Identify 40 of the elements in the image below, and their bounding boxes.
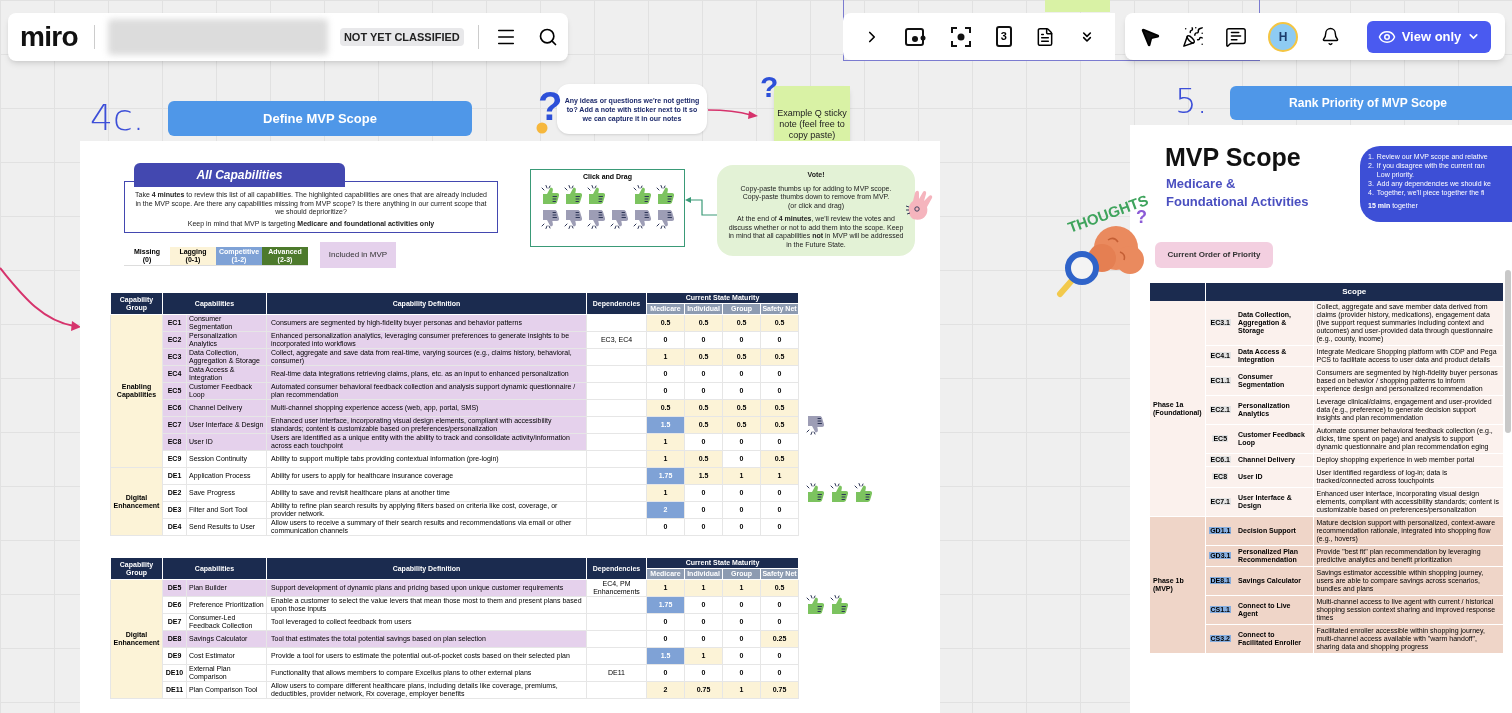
number-card-icon[interactable]: 3 <box>995 26 1012 47</box>
view-only-button[interactable]: View only <box>1367 20 1491 53</box>
thumbs-up-icon <box>829 594 850 616</box>
thumbs-down-icon <box>805 414 826 436</box>
thumbs-up-icon <box>563 184 583 206</box>
frame-title: MVP Scope <box>1165 142 1301 172</box>
user-avatar[interactable]: H <box>1268 21 1298 52</box>
thumbs-up-icon <box>853 482 874 504</box>
thumbs-up-icon <box>655 184 675 206</box>
legend-chip: Included in MVP <box>320 242 396 268</box>
app-logo[interactable]: miro <box>20 22 78 52</box>
thumbs-down-icon <box>563 208 583 230</box>
thumbs-down-icon <box>632 208 652 230</box>
emoji-icon <box>536 122 548 134</box>
comment-icon[interactable] <box>1225 25 1247 48</box>
thumbs-up-icon <box>805 482 826 504</box>
thumbs-down-icon <box>609 208 629 230</box>
thumbs-down-icon <box>540 208 560 230</box>
thumbs-down-icon <box>586 208 606 230</box>
column-header: Scope <box>1205 283 1503 301</box>
table-header-cell <box>1150 283 1205 301</box>
search-icon[interactable] <box>537 27 558 47</box>
party-popper-icon[interactable] <box>1182 25 1204 48</box>
bell-icon[interactable] <box>1321 27 1340 46</box>
thumbs-up-icon <box>540 184 560 206</box>
section-number: 5. <box>1175 82 1208 120</box>
thumbs-up-icon <box>829 482 850 504</box>
frame-icon[interactable] <box>904 25 927 48</box>
connector-arrow <box>708 106 758 120</box>
thumbs-up-icon <box>586 184 606 206</box>
focus-icon[interactable] <box>950 25 973 48</box>
thumbs-down-icon <box>655 208 675 230</box>
frame-heading: All Capabilities <box>134 163 345 187</box>
thumbs-up-icon <box>805 594 826 616</box>
priority-badge: Current Order of Priority <box>1155 242 1273 268</box>
thumbs-up-icon <box>632 184 652 206</box>
hand-sticker-icon <box>905 189 935 223</box>
frame-subtitle: Medicare & Foundational Activities <box>1166 175 1309 211</box>
classification-badge: NOT YET CLASSIFIED <box>339 28 464 46</box>
section-number: 4c. <box>90 98 145 138</box>
